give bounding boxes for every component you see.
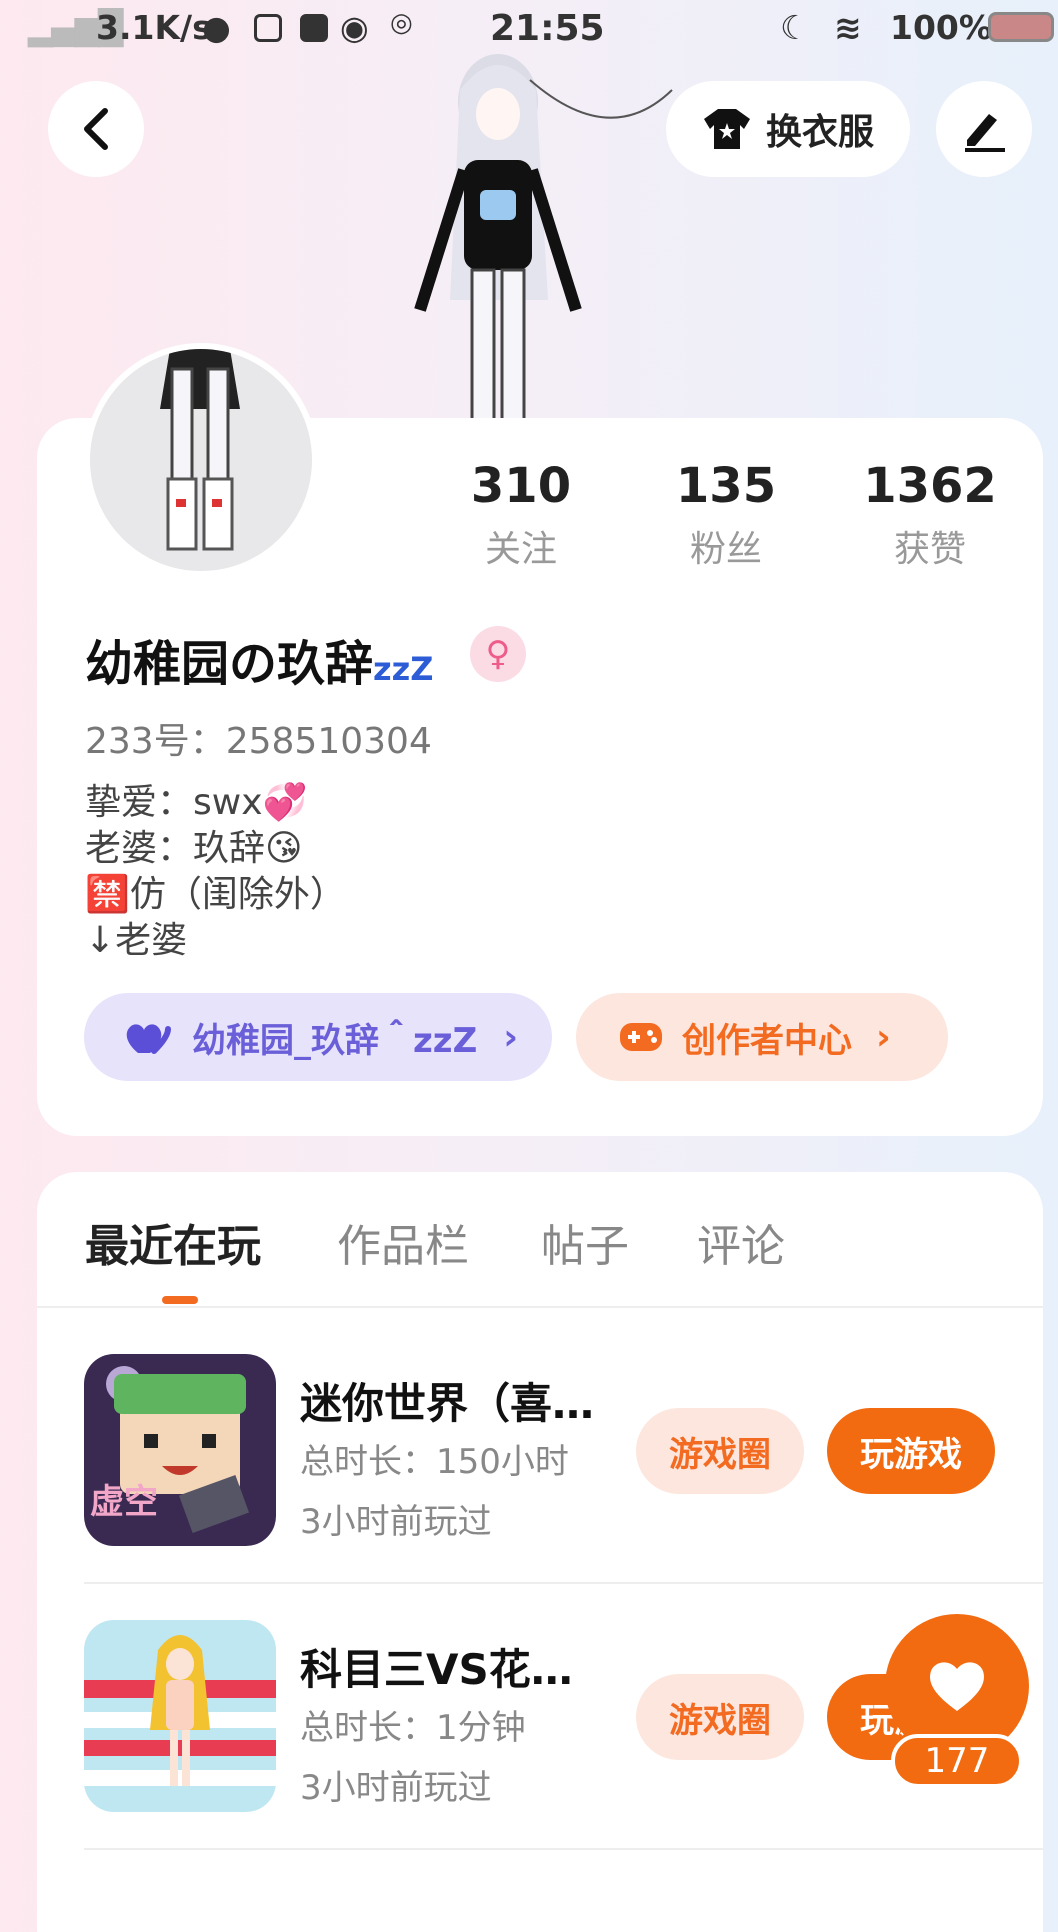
bio-line: ↓老婆 xyxy=(85,920,188,961)
tab-works[interactable]: 作品栏 xyxy=(337,1210,469,1274)
stat-following[interactable]: 310 关注 xyxy=(441,456,601,572)
game-circle-button[interactable]: 游戏圈 xyxy=(636,1674,804,1760)
wifi-icon: ≋ xyxy=(834,8,862,47)
tabs-divider xyxy=(37,1306,1043,1308)
play-game-button[interactable]: 玩游戏 xyxy=(827,1408,995,1494)
gamepad-icon xyxy=(620,1023,662,1051)
game-duration: 总时长：1分钟 xyxy=(300,1708,526,1748)
shirt-icon xyxy=(703,109,750,149)
game-thumb-text: 虚空 xyxy=(90,1482,158,1522)
row-divider xyxy=(84,1582,1043,1584)
game-duration: 总时长：150小时 xyxy=(300,1442,569,1482)
row-divider xyxy=(84,1848,1043,1850)
creator-center-chip[interactable]: 创作者中心 › xyxy=(576,993,948,1081)
back-chevron-icon xyxy=(84,108,108,150)
bio-line: 老婆：玖辞😘 xyxy=(85,828,303,869)
like-count: 177 xyxy=(891,1734,1023,1788)
battery-percent: 100% xyxy=(890,8,992,47)
partner-chip[interactable]: 幼稚园_玖辞＾zzZ › xyxy=(84,993,552,1081)
dress-up-button[interactable]: 换衣服 xyxy=(666,81,910,177)
game-thumbnail[interactable]: 虚空 xyxy=(84,1354,276,1546)
user-id: 233号：258510304 xyxy=(85,721,432,762)
partner-chip-label: 幼稚园_玖辞＾zzZ xyxy=(192,1020,478,1061)
stat-likes[interactable]: 1362 获赞 xyxy=(850,456,1010,572)
network-speed: 3.1K/s xyxy=(96,8,212,47)
double-heart-icon xyxy=(126,1024,171,1054)
status-bar: ▂▄▆█ 3.1K/s ● ◉ ◎ 21:55 ☾ ≋ 100% xyxy=(0,0,1058,56)
stat-followers[interactable]: 135 粉丝 xyxy=(646,456,806,572)
moon-icon: ☾ xyxy=(780,8,810,47)
tab-comments[interactable]: 评论 xyxy=(697,1210,785,1274)
battery-icon xyxy=(988,12,1054,42)
character-avatar-figure xyxy=(380,50,680,422)
game-title[interactable]: 科目三VS花… xyxy=(300,1636,573,1697)
game-thumbnail[interactable] xyxy=(84,1620,276,1812)
nickname-text: 幼稚园の玖辞 xyxy=(85,636,374,692)
stat-likes-count: 1362 xyxy=(863,458,997,514)
creator-center-label: 创作者中心 xyxy=(682,1020,852,1061)
planet-icon: ● xyxy=(202,8,231,47)
game-last-played: 3小时前玩过 xyxy=(300,1768,492,1808)
game-title[interactable]: 迷你世界（喜… xyxy=(300,1370,594,1431)
stat-following-label: 关注 xyxy=(484,529,557,570)
stat-following-count: 310 xyxy=(470,458,572,514)
female-gender-icon: ♀ xyxy=(470,626,526,682)
chevron-right-icon: › xyxy=(503,1016,519,1058)
app-s-icon xyxy=(254,14,282,42)
cat-icon: ◉ xyxy=(340,8,369,47)
stat-followers-label: 粉丝 xyxy=(689,529,762,570)
game-last-played: 3小时前玩过 xyxy=(300,1502,492,1542)
edit-profile-button[interactable] xyxy=(936,81,1032,177)
avatar[interactable] xyxy=(84,343,318,577)
sleep-zz-text: zzZ xyxy=(373,650,434,688)
tab-posts[interactable]: 帖子 xyxy=(541,1210,629,1274)
dress-up-label: 换衣服 xyxy=(765,112,874,153)
pen-icon xyxy=(965,114,1005,152)
bio-line: 挚爱：swx💞 xyxy=(85,782,308,823)
tab-recently-played[interactable]: 最近在玩 xyxy=(85,1210,261,1274)
back-button[interactable] xyxy=(48,81,144,177)
content-card xyxy=(37,1172,1043,1932)
ifly-icon: ◎ xyxy=(390,8,413,38)
stat-followers-count: 135 xyxy=(675,458,777,514)
heart-icon xyxy=(930,1662,984,1711)
clock: 21:55 xyxy=(490,8,605,49)
active-tab-indicator xyxy=(162,1296,198,1304)
chevron-right-icon: › xyxy=(876,1016,891,1058)
stat-likes-label: 获赞 xyxy=(893,529,966,570)
nickname: 幼稚园の玖辞zzZ xyxy=(85,624,433,694)
bio-line: 🈲仿（闺除外） xyxy=(85,874,346,915)
clipboard-icon xyxy=(300,14,328,42)
bio: 挚爱：swx💞 老婆：玖辞😘 🈲仿（闺除外） ↓老婆 xyxy=(85,780,346,964)
game-circle-button[interactable]: 游戏圈 xyxy=(636,1408,804,1494)
